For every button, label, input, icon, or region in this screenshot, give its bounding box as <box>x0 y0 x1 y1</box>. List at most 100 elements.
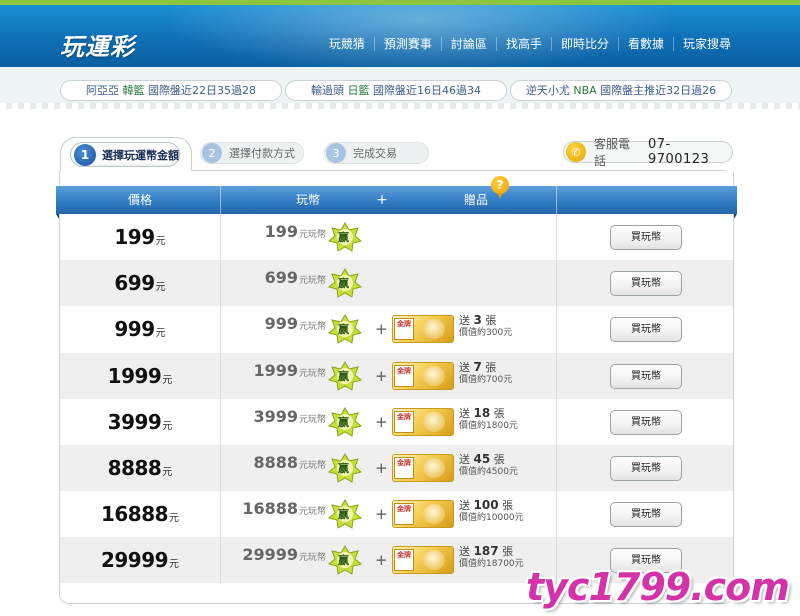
coin-badge-icon: 嬴 <box>327 360 363 391</box>
gold-card-label: 金牌 <box>394 410 414 433</box>
coin-amount: 999 <box>264 314 298 334</box>
coin-amount-cell: 8888元玩幣 <box>210 453 326 472</box>
gold-card-disc <box>423 550 445 571</box>
coin-unit: 元玩幣 <box>298 553 326 564</box>
header-plus: + <box>376 192 388 208</box>
table-row: 8888元 8888元玩幣嬴 + 金牌送 45 張價值約4500元 買玩幣 <box>60 445 733 491</box>
news-league: 日籃 <box>347 84 370 97</box>
price-unit: 元 <box>169 513 180 525</box>
gold-card-label: 金牌 <box>394 364 414 387</box>
step-3-number: 3 <box>326 143 346 163</box>
gift-suffix: 張 <box>485 360 497 374</box>
gold-card-label: 金牌 <box>394 318 414 341</box>
price-unit: 元 <box>155 236 166 247</box>
table-row: 16888元 16888元玩幣嬴 + 金牌送 100 張價值約10000元 買玩幣 <box>60 491 733 537</box>
nav-item[interactable]: 討論區 <box>440 37 496 51</box>
news-item[interactable]: 逆天小尤 NBA 國際盤主推近32日過26 <box>510 80 732 101</box>
coin-amount: 1999 <box>253 360 298 380</box>
gold-card-icon: 金牌 <box>392 361 454 390</box>
buy-coins-button[interactable]: 買玩幣 <box>610 271 682 297</box>
buy-coins-button[interactable]: 買玩幣 <box>610 363 682 389</box>
buy-coins-button[interactable]: 買玩幣 <box>610 456 682 481</box>
plus-sign: + <box>375 459 388 477</box>
gift-value-amount: 700 <box>486 374 504 385</box>
step-1-label: 選擇玩運幣金額 <box>102 148 179 162</box>
nav-item[interactable]: 玩家搜尋 <box>672 37 740 51</box>
gift-prefix: 送 <box>459 499 470 513</box>
coin-amount: 8888 <box>253 453 298 472</box>
price-unit: 元 <box>155 282 166 294</box>
coin-badge-icon: 嬴 <box>327 452 363 483</box>
help-icon[interactable]: ? <box>491 176 509 198</box>
gold-card-disc <box>423 319 445 340</box>
column-divider <box>220 214 221 584</box>
buy-coins-button[interactable]: 買玩幣 <box>610 225 682 250</box>
header-coins: 玩幣 <box>295 193 320 207</box>
gold-card-icon: 金牌 <box>392 500 454 529</box>
news-text: 國際盤主推近32日過26 <box>600 84 717 97</box>
coin-amount-cell: 999元玩幣 <box>210 314 326 333</box>
gift-prefix: 送 <box>459 360 470 374</box>
price-value: 1999 <box>107 363 162 388</box>
plus-sign: + <box>375 412 388 431</box>
site-logo[interactable]: 玩運彩 <box>60 27 135 62</box>
coin-amount-cell: 699元玩幣 <box>210 268 326 287</box>
coin-badge-icon: 嬴 <box>327 545 363 576</box>
step-3-label: 完成交易 <box>353 147 397 160</box>
gift-value-amount: 300 <box>486 328 504 339</box>
gift-value-suffix: 元 <box>508 420 518 431</box>
nav-item[interactable]: 找高手 <box>495 37 551 51</box>
coin-badge-icon: 嬴 <box>327 314 363 345</box>
coin-amount: 16888 <box>242 499 298 519</box>
gift-detail: 送 18 張價值約1800元 <box>459 407 518 432</box>
buy-coins-button[interactable]: 買玩幣 <box>610 502 682 528</box>
coin-badge-text: 嬴 <box>338 323 349 337</box>
customer-service: ✆ 客服電話 07-9700123 <box>563 137 733 168</box>
gift-count: 187 <box>473 544 499 559</box>
coin-badge-text: 嬴 <box>338 415 349 429</box>
gift-value-suffix: 元 <box>514 559 524 570</box>
nav-item[interactable]: 預測賽事 <box>373 37 441 51</box>
gold-card-icon: 金牌 <box>392 315 454 344</box>
gold-card-icon: 金牌 <box>392 407 454 436</box>
gift-value-suffix: 元 <box>514 513 524 524</box>
gift-value: 價值約1800元 <box>459 420 518 432</box>
gift-value: 價值約18700元 <box>459 558 524 570</box>
news-item[interactable]: 輸過頭 日籃 國際盤近16日46過34 <box>285 80 507 101</box>
gift-value: 價值約300元 <box>459 327 512 339</box>
gold-card-label: 金牌 <box>394 503 414 526</box>
buy-coins-button[interactable]: 買玩幣 <box>610 409 682 435</box>
nav-item[interactable]: 看數據 <box>617 37 673 51</box>
table-row: 3999元 3999元玩幣嬴 + 金牌送 18 張價值約1800元 買玩幣 <box>60 399 733 445</box>
price-cell: 29999元 <box>60 537 220 583</box>
news-league: 韓籃 <box>122 84 145 97</box>
gift-value-prefix: 價值約 <box>459 467 487 477</box>
coin-badge-icon: 嬴 <box>327 221 363 252</box>
gift-suffix: 張 <box>485 314 497 328</box>
news-user: 輸過頭 <box>311 84 344 97</box>
buy-coins-button[interactable]: 買玩幣 <box>610 317 682 343</box>
nav-item[interactable]: 玩競猜 <box>320 37 374 51</box>
gift-count: 18 <box>473 405 491 420</box>
price-value: 199 <box>114 225 155 249</box>
gift-value-suffix: 元 <box>503 328 513 339</box>
plus-sign: + <box>375 505 388 524</box>
gift-suffix: 張 <box>502 499 514 513</box>
gift-value: 價值約10000元 <box>459 512 524 524</box>
coin-amount: 3999 <box>253 406 298 426</box>
coin-amount-cell: 16888元玩幣 <box>210 499 326 518</box>
step-2-label: 選擇付款方式 <box>229 147 295 160</box>
nav-item[interactable]: 即時比分 <box>550 37 618 51</box>
gift-suffix: 張 <box>502 545 514 559</box>
step-2-number: 2 <box>202 143 222 163</box>
table-row: 1999元 1999元玩幣嬴 + 金牌送 7 張價值約700元 買玩幣 <box>60 352 733 399</box>
coin-badge-text: 嬴 <box>338 554 349 568</box>
gift-value-suffix: 元 <box>503 374 513 385</box>
gift-count: 7 <box>473 359 482 374</box>
gift-detail: 送 45 張價值約4500元 <box>459 453 518 478</box>
news-league: NBA <box>573 84 597 97</box>
column-divider <box>556 214 557 584</box>
gift-value-prefix: 價值約 <box>459 374 487 385</box>
news-item[interactable]: 阿亞亞 韓籃 國際盤近22日35過28 <box>60 80 282 101</box>
gift-detail: 送 100 張價值約10000元 <box>459 499 524 524</box>
